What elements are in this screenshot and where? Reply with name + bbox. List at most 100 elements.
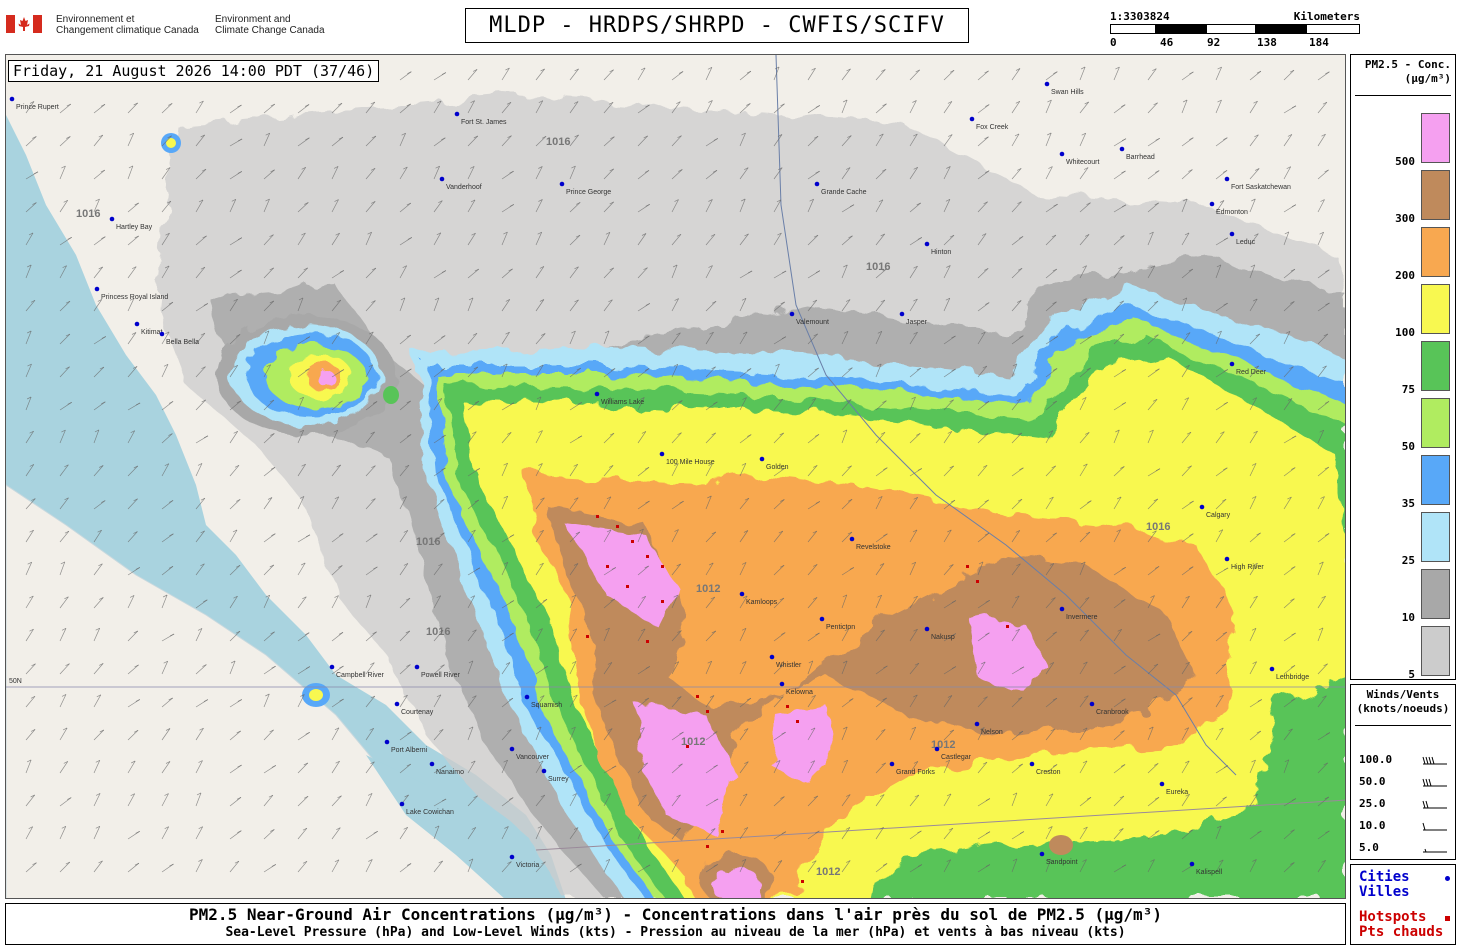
scale-segment — [1256, 24, 1306, 34]
place-label: Vanderhoof — [446, 184, 482, 191]
city-dot — [594, 391, 600, 397]
city-dot — [1059, 151, 1065, 157]
hotspot-mark — [626, 585, 629, 588]
city-dot — [659, 451, 665, 457]
place-label: Powell River — [421, 672, 461, 679]
place-label: Hinton — [931, 249, 951, 256]
city-dot-icon — [1445, 876, 1450, 881]
city-dot — [414, 664, 420, 670]
caption-line-1: PM2.5 Near-Ground Air Concentrations (µg… — [189, 905, 1162, 924]
city-dot — [759, 456, 765, 462]
legend-level-label: 50 — [1401, 440, 1415, 453]
place-label: Squamish — [531, 702, 562, 709]
wind-speed-label: 10.0 — [1359, 819, 1386, 832]
city-dot — [1089, 701, 1095, 707]
place-label: Surrey — [548, 776, 569, 783]
forecast-datetime: Friday, 21 August 2026 14:00 PDT (37/46) — [8, 60, 380, 82]
wind-barb-icon — [1422, 778, 1447, 787]
city-dot — [1224, 176, 1230, 182]
wind-speed-label: 5.0 — [1359, 841, 1379, 854]
legend-level-label: 100 — [1395, 326, 1415, 339]
place-label: Kelowna — [786, 689, 813, 696]
city-dot — [524, 694, 530, 700]
scale-tick: 184 — [1309, 36, 1329, 49]
city-dot — [439, 176, 445, 182]
wind-speed-label: 50.0 — [1359, 775, 1386, 788]
points-legend: Cities Villes Hotspots Pts chauds — [1350, 864, 1456, 945]
org-name-fr-line2: Changement climatique Canada — [56, 25, 199, 36]
place-label: Whitecourt — [1066, 159, 1100, 166]
city-dot — [454, 111, 460, 117]
city-dot — [789, 311, 795, 317]
place-label: Nanaimo — [436, 769, 464, 776]
scale-ratio: 1:3303824 — [1110, 10, 1170, 23]
hotspot-mark — [721, 830, 724, 833]
caption-line-2: Sea-Level Pressure (hPa) and Low-Level W… — [225, 925, 1126, 940]
place-label: Red Deer — [1236, 369, 1267, 376]
place-label: 100 Mile House — [666, 459, 715, 466]
place-label: Revelstoke — [856, 544, 891, 551]
place-label: Kalispell — [1196, 869, 1223, 876]
wind-barb-icon — [1423, 848, 1447, 853]
hotspot-mark — [966, 565, 969, 568]
canada-flag-icon — [6, 15, 42, 33]
city-dot — [739, 591, 745, 597]
city-dot — [889, 761, 895, 767]
place-label: Kamloops — [746, 599, 778, 606]
city-dot — [399, 801, 405, 807]
place-label: Penticton — [826, 624, 855, 631]
legend-swatch — [1421, 170, 1450, 220]
place-label: Lake Cowichan — [406, 809, 454, 816]
place-label: Williams Lake — [601, 399, 644, 406]
legend-swatch — [1421, 569, 1450, 619]
city-dot — [1119, 146, 1125, 152]
map-caption: PM2.5 Near-Ground Air Concentrations (µg… — [5, 903, 1346, 945]
city-dot — [1269, 666, 1275, 672]
pts-chauds-label: Pts chauds — [1359, 924, 1444, 940]
city-dot — [1209, 201, 1215, 207]
city-dot — [1199, 504, 1205, 510]
place-label: Campbell River — [336, 672, 385, 679]
place-label: Port Alberni — [391, 747, 428, 754]
place-label: Prince George — [566, 189, 611, 196]
map-canvas[interactable]: 50N 1016 1016 1016 1016 1016 1016 1012 1… — [5, 54, 1346, 899]
city-dot — [769, 654, 775, 660]
hotspot-mark — [646, 555, 649, 558]
legend-level-label: 500 — [1395, 155, 1415, 168]
hotspot-mark — [706, 710, 709, 713]
map-title: MLDP - HRDPS/SHRPD - CWFIS/SCIFV — [465, 8, 969, 43]
legend-level-label: 200 — [1395, 269, 1415, 282]
place-label: Sandpoint — [1046, 859, 1078, 866]
place-label: Vancouver — [516, 754, 550, 761]
place-label: Whistler — [776, 662, 802, 669]
city-dot — [109, 216, 115, 222]
scale-tick: 46 — [1160, 36, 1174, 49]
pm25-legend: PM2.5 - Conc. (µg/m³) 500 300 200 100 75 50 35… — [1350, 54, 1456, 681]
legend-swatch — [1421, 284, 1450, 334]
place-label: Castlegar — [941, 754, 972, 761]
place-label: High River — [1231, 564, 1264, 571]
place-label: Lethbridge — [1276, 674, 1309, 681]
wind-barb-icon — [1422, 756, 1447, 765]
scale-unit: Kilometers — [1293, 10, 1360, 23]
city-dot — [924, 626, 930, 632]
hotspot-mark — [586, 635, 589, 638]
place-label: Kitimat — [141, 329, 162, 336]
city-dot — [779, 681, 785, 687]
hotspot-mark — [616, 525, 619, 528]
city-dot — [94, 286, 100, 292]
place-label: Valemount — [796, 319, 829, 326]
hotspot-mark — [976, 580, 979, 583]
legend-swatch — [1421, 512, 1450, 562]
city-dot — [1229, 361, 1235, 367]
eccc-logo: Environnement et Changement climatique C… — [6, 12, 336, 44]
city-dot — [159, 331, 165, 337]
place-label: Leduc — [1236, 239, 1256, 246]
hotspot-mark — [696, 695, 699, 698]
place-label: Fort St. James — [461, 119, 507, 126]
place-label: Edmonton — [1216, 209, 1248, 216]
city-dot — [384, 739, 390, 745]
org-name-fr-line1: Environnement et — [56, 14, 135, 25]
map-places: Prince Rupert Fort St. James Vanderhoof Pri… — [9, 81, 1309, 883]
wind-barb-icon — [1422, 800, 1447, 809]
